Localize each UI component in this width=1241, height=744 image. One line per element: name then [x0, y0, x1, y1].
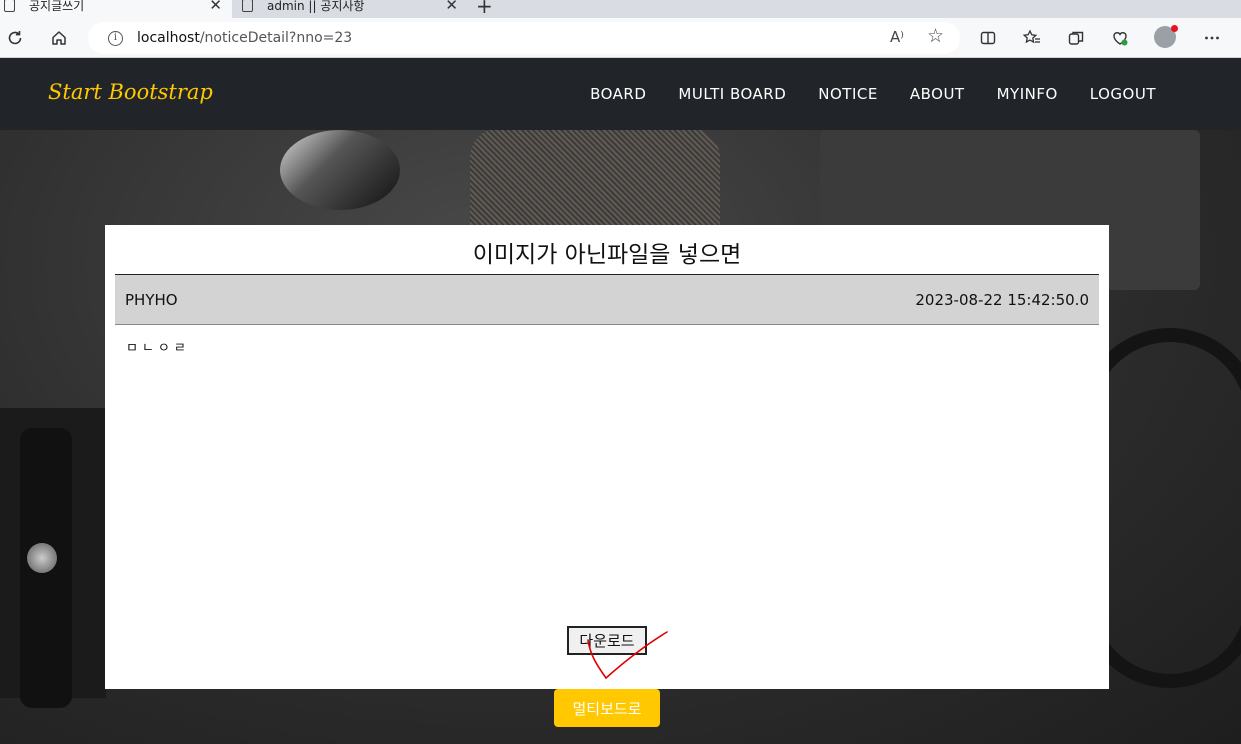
tab-title: admin || 공지사항 — [267, 0, 365, 13]
nav-board[interactable]: BOARD — [590, 85, 646, 103]
close-icon[interactable]: ✕ — [209, 0, 222, 14]
tab-strip: 공지글쓰기 ✕ admin || 공지사항 ✕ + — [0, 0, 1241, 18]
tab-title: 공지글쓰기 — [29, 0, 85, 13]
collections-icon[interactable] — [1064, 26, 1088, 50]
site-brand[interactable]: Start Bootstrap — [48, 80, 213, 104]
split-screen-icon[interactable] — [976, 26, 1000, 50]
more-icon[interactable] — [1200, 26, 1224, 50]
browser-essentials-icon[interactable] — [1108, 26, 1132, 50]
post-content: ㅁㄴㅇㄹ — [126, 341, 190, 356]
go-multi-board-button[interactable]: 멀티보드로 — [554, 689, 660, 727]
red-check-annotation — [587, 631, 668, 680]
url-path: /noticeDetail?nno=23 — [199, 30, 353, 46]
notice-detail-card: 이미지가 아닌파일을 넣으면 PHYHO 2023-08-22 15:42:50… — [105, 225, 1109, 689]
favorite-star-icon[interactable]: ☆ — [927, 25, 944, 47]
nav-about[interactable]: ABOUT — [910, 85, 965, 103]
site-navbar: Start Bootstrap BOARD MULTI BOARD NOTICE… — [0, 58, 1241, 130]
web-page: Start Bootstrap BOARD MULTI BOARD NOTICE… — [0, 58, 1241, 744]
tab-notice-write[interactable]: 공지글쓰기 ✕ — [0, 0, 232, 18]
address-bar[interactable]: i localhost /noticeDetail?nno=23 A⁾ ☆ — [88, 22, 960, 54]
new-tab-icon[interactable]: + — [476, 0, 493, 18]
browser-toolbar: i localhost /noticeDetail?nno=23 A⁾ ☆ — [0, 18, 1241, 58]
nav-multi-board[interactable]: MULTI BOARD — [678, 85, 786, 103]
refresh-icon[interactable] — [3, 26, 27, 50]
post-meta-bar: PHYHO 2023-08-22 15:42:50.0 — [115, 274, 1099, 325]
post-date: 2023-08-22 15:42:50.0 — [915, 290, 1089, 309]
read-aloud-icon[interactable]: A⁾ — [890, 28, 904, 46]
page-icon — [4, 0, 15, 12]
post-author: PHYHO — [125, 290, 178, 309]
post-title: 이미지가 아닌파일을 넣으면 — [472, 242, 742, 268]
nav-notice[interactable]: NOTICE — [818, 85, 878, 103]
url-host: localhost — [137, 30, 200, 46]
close-icon[interactable]: ✕ — [445, 0, 458, 14]
background-decoration — [27, 543, 57, 573]
tab-admin-notice[interactable]: admin || 공지사항 ✕ — [234, 0, 468, 18]
favorites-icon[interactable] — [1020, 26, 1044, 50]
info-icon[interactable]: i — [108, 30, 123, 46]
profile-avatar[interactable] — [1154, 25, 1178, 48]
home-icon[interactable] — [47, 26, 71, 50]
nav-myinfo[interactable]: MYINFO — [997, 85, 1058, 103]
background-decoration — [280, 130, 400, 210]
nav-logout[interactable]: LOGOUT — [1090, 85, 1156, 103]
main-nav: BOARD MULTI BOARD NOTICE ABOUT MYINFO LO… — [590, 85, 1156, 103]
page-icon — [242, 0, 253, 12]
